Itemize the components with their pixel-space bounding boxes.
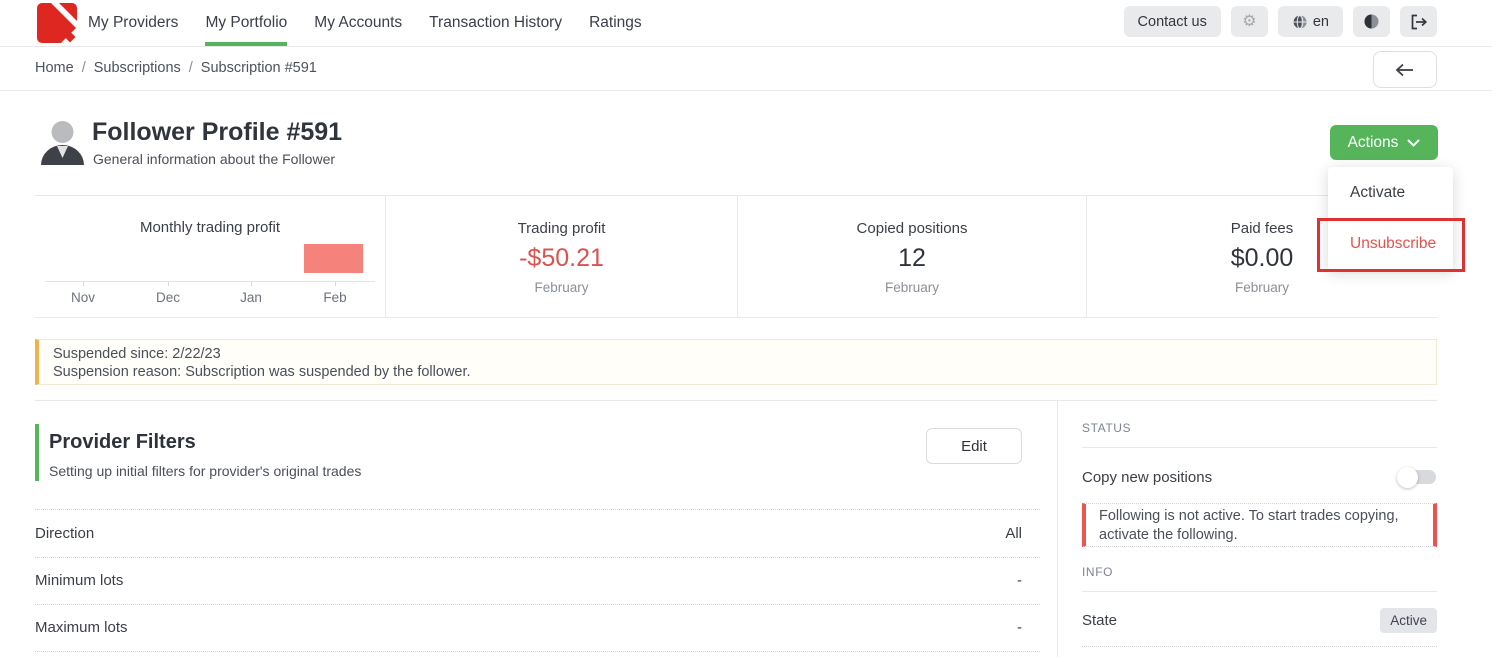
nav-item-ratings[interactable]: Ratings xyxy=(589,0,642,46)
copy-new-positions-label: Copy new positions xyxy=(1082,469,1212,486)
column-divider xyxy=(1057,400,1058,657)
chart-tick xyxy=(83,281,84,286)
provider-filters-subtitle: Setting up initial filters for provider'… xyxy=(49,463,361,479)
top-nav: My Providers My Portfolio My Accounts Tr… xyxy=(0,0,1492,47)
breadcrumb-separator: / xyxy=(189,60,193,76)
actions-button[interactable]: Actions xyxy=(1330,125,1438,160)
stat-label: Paid fees xyxy=(1231,220,1294,237)
chart-tick xyxy=(168,281,169,286)
stat-period: February xyxy=(534,280,588,295)
menu-item-unsubscribe[interactable]: Unsubscribe xyxy=(1328,219,1453,271)
monthly-profit-chart: Monthly trading profit Nov Dec Jan Feb xyxy=(35,196,385,317)
stat-value: -$50.21 xyxy=(519,244,604,273)
toggle-knob xyxy=(1397,467,1418,488)
chart-title: Monthly trading profit xyxy=(35,219,385,236)
stat-card-copied-positions: Copied positions 12 February xyxy=(737,196,1086,317)
section-accent-bar xyxy=(35,424,39,481)
copy-new-positions-row: Copy new positions xyxy=(1082,466,1437,488)
alert-text: Following is not active. To start trades… xyxy=(1099,508,1399,543)
breadcrumb-subscriptions[interactable]: Subscriptions xyxy=(94,60,181,76)
globe-icon xyxy=(1292,14,1308,30)
state-label: State xyxy=(1082,612,1117,629)
provider-filters-title: Provider Filters xyxy=(49,431,196,454)
filter-row-direction: Direction All xyxy=(35,509,1040,557)
page-title: Follower Profile #591 xyxy=(92,118,342,147)
chart-x-axis xyxy=(45,281,375,282)
stat-period: February xyxy=(885,280,939,295)
filter-row-maximum-lots: Maximum lots - xyxy=(35,604,1040,652)
back-button[interactable] xyxy=(1373,51,1437,88)
contact-us-button[interactable]: Contact us xyxy=(1124,6,1221,37)
logout-icon xyxy=(1410,14,1428,30)
follower-avatar xyxy=(35,115,90,170)
status-section-header: STATUS xyxy=(1082,421,1131,435)
chart-bar xyxy=(304,244,363,273)
filter-value: - xyxy=(1017,572,1022,589)
state-row: State Active xyxy=(1082,606,1437,634)
stat-value: $0.00 xyxy=(1231,244,1294,273)
stats-panel: Monthly trading profit Nov Dec Jan Feb T… xyxy=(35,195,1437,318)
brand-logo-icon[interactable] xyxy=(37,3,77,43)
chart-tick-label-feb: Feb xyxy=(305,290,365,305)
divider xyxy=(1082,591,1437,592)
breadcrumb-row: Home / Subscriptions / Subscription #591 xyxy=(0,47,1492,91)
filter-rows: Direction All Minimum lots - Maximum lot… xyxy=(35,509,1040,652)
actions-dropdown-menu: Activate Unsubscribe xyxy=(1328,167,1453,270)
follower-profile-page: My Providers My Portfolio My Accounts Tr… xyxy=(0,0,1492,657)
menu-item-activate[interactable]: Activate xyxy=(1328,167,1453,219)
arrow-left-icon xyxy=(1395,63,1415,77)
breadcrumb-current: Subscription #591 xyxy=(201,60,317,76)
stat-period: February xyxy=(1235,280,1289,295)
dotted-divider xyxy=(1082,646,1437,647)
filter-value: All xyxy=(1005,525,1022,542)
language-button[interactable]: en xyxy=(1278,6,1343,37)
chart-tick-label-dec: Dec xyxy=(138,290,198,305)
top-nav-actions: Contact us ⚙ en xyxy=(1124,6,1437,37)
stat-card-trading-profit: Trading profit -$50.21 February xyxy=(385,196,737,317)
gear-icon: ⚙ xyxy=(1242,14,1256,30)
nav-item-transaction-history[interactable]: Transaction History xyxy=(429,0,562,46)
stat-value: 12 xyxy=(898,244,926,273)
main-menu: My Providers My Portfolio My Accounts Tr… xyxy=(88,0,642,46)
copy-new-positions-toggle[interactable] xyxy=(1399,470,1436,484)
chart-tick-label-nov: Nov xyxy=(53,290,113,305)
breadcrumb: Home / Subscriptions / Subscription #591 xyxy=(35,60,317,76)
stat-label: Trading profit xyxy=(518,220,606,237)
contrast-icon xyxy=(1363,13,1380,30)
actions-button-label: Actions xyxy=(1348,134,1399,152)
nav-item-my-portfolio[interactable]: My Portfolio xyxy=(205,0,287,46)
suspension-reason-text: Suspension reason: Subscription was susp… xyxy=(53,363,1422,381)
logout-button[interactable] xyxy=(1400,6,1437,37)
filter-label: Direction xyxy=(35,525,94,542)
chart-tick-label-jan: Jan xyxy=(221,290,281,305)
filter-label: Maximum lots xyxy=(35,619,128,636)
nav-item-my-accounts[interactable]: My Accounts xyxy=(314,0,402,46)
info-section-header: INFO xyxy=(1082,565,1113,579)
chevron-down-icon xyxy=(1407,139,1420,147)
breadcrumb-home[interactable]: Home xyxy=(35,60,74,76)
following-inactive-alert: Following is not active. To start trades… xyxy=(1082,503,1437,547)
chart-tick xyxy=(251,281,252,286)
suspended-since-text: Suspended since: 2/22/23 xyxy=(53,345,1422,363)
filter-row-minimum-lots: Minimum lots - xyxy=(35,557,1040,605)
section-divider xyxy=(35,400,1437,401)
state-badge: Active xyxy=(1380,608,1437,633)
settings-button[interactable]: ⚙ xyxy=(1231,6,1268,37)
page-subtitle: General information about the Follower xyxy=(93,151,335,167)
chart-tick xyxy=(335,281,336,286)
nav-item-my-providers[interactable]: My Providers xyxy=(88,0,178,46)
divider xyxy=(1082,447,1437,448)
filter-label: Minimum lots xyxy=(35,572,123,589)
language-label: en xyxy=(1313,14,1329,30)
suspension-warning-banner: Suspended since: 2/22/23 Suspension reas… xyxy=(35,339,1437,385)
stat-label: Copied positions xyxy=(857,220,968,237)
breadcrumb-separator: / xyxy=(82,60,86,76)
edit-filters-button[interactable]: Edit xyxy=(926,428,1022,464)
filter-value: - xyxy=(1017,619,1022,636)
theme-contrast-button[interactable] xyxy=(1353,6,1390,37)
